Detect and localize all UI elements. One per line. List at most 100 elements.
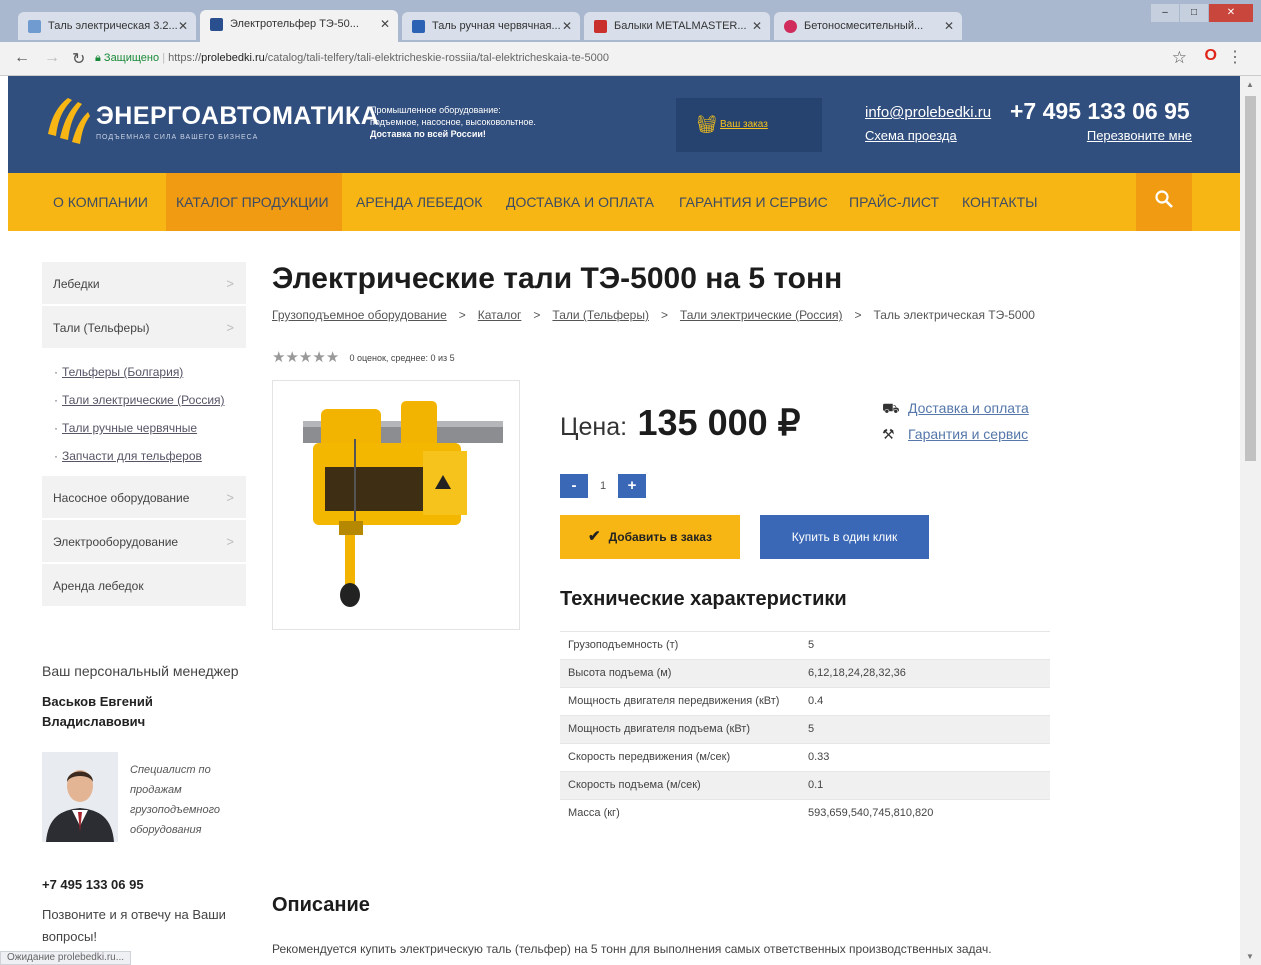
window-close-button[interactable]: ✕ (1209, 4, 1253, 22)
star-icon[interactable]: ★ (326, 349, 339, 366)
manager-role: Специалист по продажам грузоподъемного о… (130, 764, 220, 836)
back-arrow-icon[interactable]: ← (14, 49, 30, 67)
sidebar-item-hoists[interactable]: Тали (Тельферы) > (42, 306, 246, 350)
nav-item-catalog[interactable]: КАТАЛОГ ПРОДУКЦИИ (176, 194, 329, 210)
tab-favicon-icon (210, 18, 223, 31)
close-icon[interactable]: ✕ (380, 17, 390, 31)
sidebar-subitem-bulgaria[interactable]: Тельферы (Болгария) (54, 358, 246, 386)
sidebar-subitem-electric-russia[interactable]: Тали электрические (Россия) (54, 386, 246, 414)
spec-name: Грузоподъемность (т) (560, 631, 800, 660)
page-scrollbar[interactable]: ▲ ▼ (1240, 76, 1261, 965)
minimize-button[interactable]: – (1151, 4, 1179, 22)
breadcrumb-separator: > (458, 308, 466, 322)
browser-tab-2[interactable]: Электротельфер ТЭ-50... ✕ (200, 10, 398, 42)
rating-text: 0 оценок, среднее: 0 из 5 (349, 353, 455, 364)
spec-value: 0.4 (800, 687, 1050, 716)
search-icon (1155, 190, 1173, 208)
tab-label: Электротельфер ТЭ-50... (230, 18, 359, 30)
add-to-order-button[interactable]: ✔ Добавить в заказ (560, 515, 740, 559)
sidebar-item-winch-rent[interactable]: Аренда лебедок (42, 564, 246, 608)
browser-tab-5[interactable]: Бетоносмесительный... ✕ (774, 12, 962, 40)
menu-kebab-icon[interactable]: ⋮ (1227, 47, 1243, 67)
order-label: Ваш заказ (720, 119, 768, 130)
breadcrumb-link[interactable]: Каталог (478, 308, 522, 322)
scroll-down-arrow-icon[interactable]: ▼ (1246, 952, 1254, 961)
qty-decrease-button[interactable]: - (560, 474, 588, 498)
table-row: Мощность двигателя подъема (кВт) 5 (560, 715, 1050, 744)
nav-item-about[interactable]: О КОМПАНИИ (53, 194, 148, 210)
breadcrumb-link[interactable]: Тали (Тельферы) (552, 308, 649, 322)
header-info-line: подъемное, насосное, высоковольтное. (370, 117, 536, 127)
sidebar-item-label: Лебедки (53, 277, 100, 291)
scrollbar-thumb[interactable] (1245, 96, 1256, 461)
star-icon[interactable]: ★ (312, 349, 325, 366)
spec-name: Мощность двигателя подъема (кВт) (560, 715, 800, 744)
nav-item-pricelist[interactable]: ПРАЙС-ЛИСТ (849, 194, 939, 210)
site-header: ЭНЕРГОАВТОМАТИКА ПОДЪЕМНАЯ СИЛА ВАШЕГО Б… (8, 76, 1240, 173)
nav-item-rent[interactable]: АРЕНДА ЛЕБЕДОК (356, 194, 482, 210)
warranty-link[interactable]: Гарантия и сервис (908, 426, 1028, 442)
add-to-order-label: Добавить в заказ (608, 530, 712, 544)
maximize-button[interactable]: □ (1180, 4, 1208, 22)
email-link[interactable]: info@prolebedki.ru (865, 104, 991, 121)
url-field[interactable]: 🔒︎ Защищено | https://prolebedki.ru/cata… (95, 48, 1165, 70)
reload-icon[interactable]: ↻ (72, 49, 85, 69)
nav-item-warranty[interactable]: ГАРАНТИЯ И СЕРВИС (679, 194, 828, 210)
main-nav: О КОМПАНИИ КАТАЛОГ ПРОДУКЦИИ АРЕНДА ЛЕБЕ… (8, 173, 1240, 231)
browser-tab-3[interactable]: Таль ручная червячная... ✕ (402, 12, 580, 40)
basket-icon: 🧺︎ (696, 115, 718, 134)
description-title: Описание (272, 894, 370, 916)
manager-title: Ваш персональный менеджер (42, 663, 239, 679)
secure-label: Защищено (103, 52, 160, 64)
sidebar-item-electrical[interactable]: Электрооборудование > (42, 520, 246, 564)
product-image[interactable] (272, 380, 520, 630)
qty-input[interactable]: 1 (588, 474, 618, 498)
table-row: Грузоподъемность (т) 5 (560, 631, 1050, 660)
delivery-link[interactable]: Доставка и оплата (908, 400, 1029, 416)
close-icon[interactable]: ✕ (752, 19, 762, 33)
nav-item-delivery[interactable]: ДОСТАВКА И ОПЛАТА (506, 194, 654, 210)
buy-one-click-button[interactable]: Купить в один клик (760, 515, 929, 559)
star-icon[interactable]: ★ (285, 349, 298, 366)
spec-name: Высота подъема (м) (560, 659, 800, 688)
close-icon[interactable]: ✕ (944, 19, 954, 33)
spec-name: Скорость передвижения (м/сек) (560, 743, 800, 772)
close-icon[interactable]: ✕ (562, 19, 572, 33)
chevron-right-icon: > (226, 276, 234, 291)
browser-tab-1[interactable]: Таль электрическая 3.2... ✕ (18, 12, 196, 40)
bookmark-star-icon[interactable]: ☆ (1172, 48, 1187, 68)
callback-link[interactable]: Перезвоните мне (1087, 128, 1192, 143)
search-button[interactable] (1136, 173, 1192, 231)
tab-favicon-icon (412, 20, 425, 33)
logo-icon[interactable] (42, 94, 92, 146)
forward-arrow-icon[interactable]: → (44, 49, 60, 67)
order-cart-button[interactable]: 🧺︎ Ваш заказ (676, 98, 822, 152)
tab-label: Таль электрическая 3.2... (48, 20, 178, 32)
spec-name: Масса (кг) (560, 799, 800, 827)
tab-label: Бетоносмесительный... (804, 20, 924, 32)
breadcrumb-link[interactable]: Тали электрические (Россия) (680, 308, 843, 322)
nav-item-contacts[interactable]: КОНТАКТЫ (962, 194, 1038, 210)
manager-phone[interactable]: +7 495 133 06 95 (42, 877, 144, 892)
star-icon[interactable]: ★ (272, 349, 285, 366)
breadcrumb-link[interactable]: Грузоподъемное оборудование (272, 308, 447, 322)
star-icon[interactable]: ★ (299, 349, 312, 366)
logo-name[interactable]: ЭНЕРГОАВТОМАТИКА (96, 102, 379, 131)
qty-increase-button[interactable]: + (618, 474, 646, 498)
description-text: Рекомендуется купить электрическую таль … (272, 942, 992, 956)
tab-favicon-icon (784, 20, 797, 33)
service-links: ⛟ Доставка и оплата ⚒ Гарантия и сервис (882, 400, 1029, 452)
manager-note: Позвоните и я отвечу на Ваши вопросы! (42, 907, 226, 944)
tab-favicon-icon (594, 20, 607, 33)
tab-favicon-icon (28, 20, 41, 33)
opera-icon[interactable]: O (1205, 47, 1217, 65)
sidebar-item-pumps[interactable]: Насосное оборудование > (42, 476, 246, 520)
close-icon[interactable]: ✕ (178, 19, 188, 33)
map-link[interactable]: Схема проезда (865, 128, 957, 143)
scroll-up-arrow-icon[interactable]: ▲ (1246, 80, 1254, 89)
browser-tab-4[interactable]: Балыки METALMASTER... ✕ (584, 12, 770, 40)
sidebar-subitem-spare-parts[interactable]: Запчасти для тельферов (54, 442, 246, 470)
header-phone[interactable]: +7 495 133 06 95 (1010, 98, 1190, 125)
sidebar-subitem-manual-worm[interactable]: Тали ручные червячные (54, 414, 246, 442)
sidebar-item-winches[interactable]: Лебедки > (42, 262, 246, 306)
